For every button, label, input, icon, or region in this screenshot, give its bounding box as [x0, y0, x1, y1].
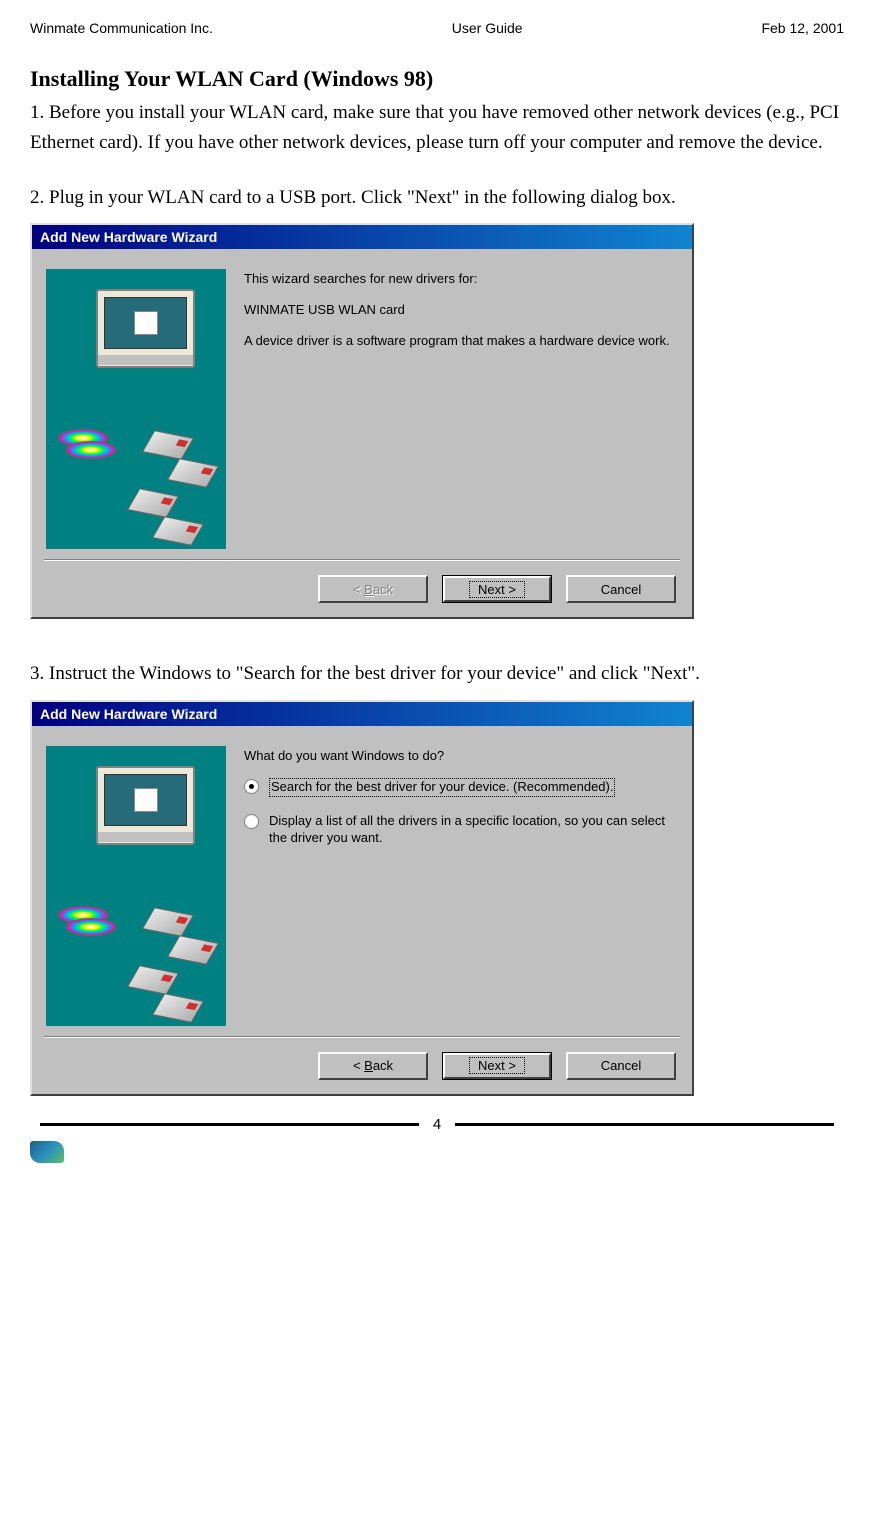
monitor-icon	[96, 766, 195, 845]
add-hardware-wizard-dialog-1: Add New Hardware Wizard This wizard sear…	[30, 223, 694, 619]
dialog-titlebar: Add New Hardware Wizard	[32, 702, 692, 726]
radio-button-icon	[244, 779, 259, 794]
step-2-text: 2. Plug in your WLAN card to a USB port.…	[30, 183, 844, 213]
cd-icon	[58, 429, 116, 453]
radio-label-search: Search for the best driver for your devi…	[269, 778, 615, 797]
page-footer: 4	[30, 1116, 844, 1163]
winmate-logo-icon	[30, 1141, 64, 1163]
radio-button-icon	[244, 814, 259, 829]
page-number: 4	[419, 1116, 455, 1133]
header-doc-title: User Guide	[452, 20, 523, 36]
step-1-text: 1. Before you install your WLAN card, ma…	[30, 98, 844, 159]
monitor-icon	[96, 289, 195, 368]
wizard-intro-text: This wizard searches for new drivers for…	[244, 271, 674, 288]
page-header: Winmate Communication Inc. User Guide Fe…	[30, 20, 844, 36]
wizard-graphic	[46, 746, 226, 1026]
section-title: Installing Your WLAN Card (Windows 98)	[30, 66, 844, 92]
next-button[interactable]: Next >	[442, 1052, 552, 1080]
step-3-text: 3. Instruct the Windows to "Search for t…	[30, 659, 844, 689]
radio-option-search[interactable]: Search for the best driver for your devi…	[244, 778, 674, 797]
dialog-titlebar: Add New Hardware Wizard	[32, 225, 692, 249]
wizard-description-text: A device driver is a software program th…	[244, 333, 674, 350]
footer-rule-right	[455, 1123, 834, 1126]
header-date: Feb 12, 2001	[761, 20, 844, 36]
next-button[interactable]: Next >	[442, 575, 552, 603]
floppy-icon	[116, 434, 215, 548]
winmate-logo	[30, 1141, 844, 1163]
back-button[interactable]: < Back	[318, 1052, 428, 1080]
header-company: Winmate Communication Inc.	[30, 20, 213, 36]
cd-icon	[58, 906, 116, 930]
detected-device-name: WINMATE USB WLAN card	[244, 302, 674, 319]
radio-label-list: Display a list of all the drivers in a s…	[269, 813, 674, 847]
cancel-button[interactable]: Cancel	[566, 575, 676, 603]
back-button[interactable]: < Back	[318, 575, 428, 603]
radio-option-list[interactable]: Display a list of all the drivers in a s…	[244, 813, 674, 847]
wizard-prompt-text: What do you want Windows to do?	[244, 748, 674, 765]
cancel-button[interactable]: Cancel	[566, 1052, 676, 1080]
add-hardware-wizard-dialog-2: Add New Hardware Wizard What do you want…	[30, 700, 694, 1096]
footer-rule-left	[40, 1123, 419, 1126]
floppy-icon	[116, 911, 215, 1025]
wizard-graphic	[46, 269, 226, 549]
